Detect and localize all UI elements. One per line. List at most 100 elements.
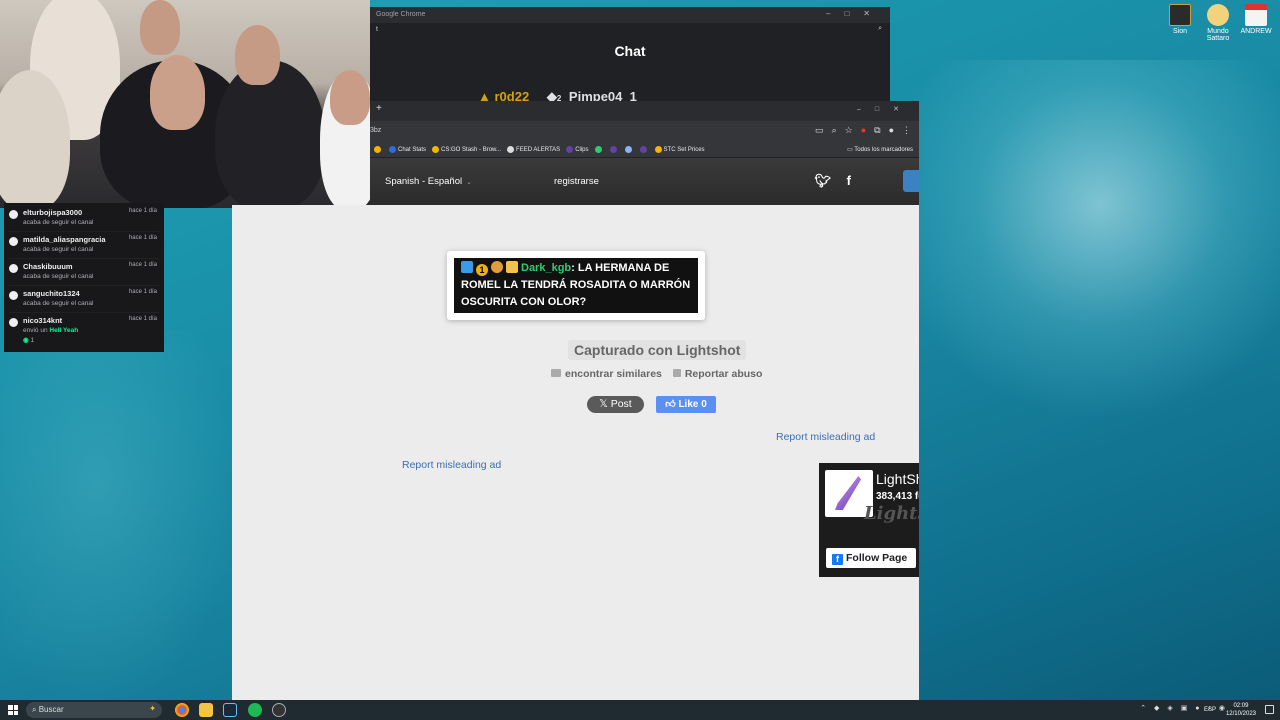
- desktop-icon-mundo-sattaro[interactable]: Mundo Sattaro: [1198, 4, 1238, 42]
- follow-alerts-panel: elturbojispa3000 acaba de seguir el cana…: [4, 203, 164, 352]
- bookmark-item[interactable]: [624, 146, 634, 154]
- follow-event-text: acaba de seguir el canal: [23, 219, 94, 226]
- bookmarks-bar: Chat Stats CS:GO Stash - Brow... FEED AL…: [370, 143, 919, 157]
- spotify-icon[interactable]: [248, 703, 262, 717]
- bookmark-item[interactable]: FEED ALERTAS: [507, 146, 560, 154]
- bookmark-item[interactable]: STC Set Prices: [654, 146, 705, 154]
- tab-strip[interactable]: + –□✕: [370, 101, 919, 121]
- fb-follower-count: 383,413 followers: [876, 491, 919, 502]
- wallpaper-highlight-left: [0, 330, 240, 710]
- report-abuse-link[interactable]: Reportar abuso: [672, 368, 762, 380]
- upload-button[interactable]: [903, 170, 919, 192]
- new-tab-button[interactable]: +: [376, 103, 382, 114]
- event-time: hace 1 día: [128, 262, 157, 268]
- feather-icon: [835, 476, 861, 510]
- site-header: Spanish - Español ⌄ registrarse 🐦︎ f: [370, 158, 919, 205]
- bookmark-item[interactable]: [639, 146, 649, 154]
- event-time: hace 1 día: [128, 289, 157, 295]
- facebook-icon[interactable]: f: [847, 173, 851, 188]
- bookmark-item[interactable]: [609, 146, 619, 154]
- search-icon: ⌕: [32, 705, 37, 714]
- window-controls[interactable]: –□✕: [857, 105, 913, 113]
- all-bookmarks[interactable]: ▭ Todos los marcadores: [847, 146, 913, 153]
- event-time: hace 1 día: [128, 235, 157, 241]
- social-links: 🐦︎ f: [803, 173, 851, 189]
- desktop-icon-andrew[interactable]: ANDREW: [1236, 4, 1276, 35]
- desktop-icon-sion[interactable]: Sion: [1160, 4, 1200, 35]
- windows-start-icon[interactable]: [8, 705, 18, 715]
- notification-icon[interactable]: [1265, 705, 1274, 714]
- facebook-like-button[interactable]: 👍︎ Like 0: [656, 396, 716, 413]
- emote-badge-icon: [491, 261, 503, 273]
- browser-toolbar[interactable]: 3bz ▭ ⌕ ☆ ● ⧉ ● ⋮: [370, 121, 919, 143]
- face-3: [150, 55, 205, 130]
- window-titlebar[interactable]: Google Chrome –□✕: [370, 7, 890, 23]
- clock[interactable]: 02:09 12/10/2023: [1226, 702, 1256, 718]
- rank-badge: 1: [476, 264, 488, 276]
- image-actions: encontrar similares Reportar abuso: [551, 368, 762, 380]
- cast-icon[interactable]: ▭: [815, 125, 824, 136]
- find-similar-link[interactable]: encontrar similares: [551, 368, 662, 380]
- heart-icon: [9, 291, 18, 300]
- taskbar: ⌕ Buscar ✦ ⌃ ◆ ◈ ▣ ● ♪ ◉ ESP 02:09 12/10…: [0, 700, 1280, 720]
- extension-icon[interactable]: ●: [861, 125, 866, 136]
- window-controls[interactable]: –□✕: [826, 9, 884, 18]
- obs-icon[interactable]: [272, 703, 286, 717]
- heart-icon: [9, 264, 18, 273]
- extensions-puzzle-icon[interactable]: ⧉: [874, 125, 880, 136]
- twitter-icon[interactable]: 🐦︎: [815, 173, 832, 188]
- lightshot-script-logo: LightShot: [864, 503, 919, 524]
- gifter-name: nico314knt: [23, 316, 63, 325]
- x-post-button[interactable]: 𝕏 Post: [587, 396, 644, 413]
- gift-name: Hell Yeah: [49, 327, 79, 334]
- follower-name: elturbojispa3000: [23, 208, 83, 217]
- camera-icon: [551, 369, 561, 377]
- profile-icon[interactable]: ●: [889, 125, 894, 136]
- bookmark-item[interactable]: [374, 146, 383, 154]
- language-selector[interactable]: Spanish - Español ⌄: [385, 176, 472, 187]
- steam-icon[interactable]: [223, 703, 237, 717]
- desktop-icon-label: Sion: [1172, 28, 1187, 35]
- zoom-icon[interactable]: ⌕: [832, 125, 837, 136]
- gift-text: envió un: [23, 327, 48, 334]
- list-item: elturbojispa3000 acaba de seguir el cana…: [9, 205, 159, 232]
- chrome-icon[interactable]: [175, 703, 189, 717]
- event-time: hace 1 día: [128, 208, 157, 214]
- follow-page-button[interactable]: f Follow Page: [826, 548, 916, 568]
- menu-icon[interactable]: ⋮: [902, 125, 911, 136]
- language-label: Spanish - Español: [385, 176, 463, 187]
- address-bar[interactable]: t ⌕: [370, 23, 890, 39]
- bookmark-item[interactable]: [594, 146, 604, 154]
- desktop-icon-label: Mundo Sattaro: [1206, 28, 1230, 42]
- search-icon[interactable]: ⌕: [878, 25, 882, 33]
- screenshot-image[interactable]: 1 Dark_kgb: LA HERMANA DE ROMEL LA TENDRÁ…: [447, 251, 705, 320]
- taskbar-search[interactable]: ⌕ Buscar ✦: [26, 702, 162, 718]
- bookmark-item[interactable]: Clips: [566, 146, 589, 154]
- report-misleading-ad-link[interactable]: Report misleading ad: [776, 431, 875, 443]
- follower-name: sanguchito1324: [23, 289, 80, 298]
- gift-count: 1: [30, 337, 35, 344]
- gift-badge-icon: [506, 261, 518, 273]
- desktop-icon-label: ANDREW: [1240, 28, 1272, 35]
- mundo-sattaro-icon: [1207, 4, 1229, 26]
- input-language[interactable]: ESP: [1204, 707, 1216, 713]
- report-misleading-ad-link[interactable]: Report misleading ad: [402, 459, 501, 471]
- bookmark-item[interactable]: CS:GO Stash - Brow...: [432, 146, 501, 154]
- chat-browser-window[interactable]: Google Chrome –□✕ t ⌕ Chat ▲ r0d22 ◆2 Pi…: [370, 7, 890, 107]
- facebook-page-widget[interactable]: LightShot 383,413 followers LightShot fF…: [819, 463, 919, 577]
- kick-icon: [9, 318, 18, 327]
- bookmark-item[interactable]: Chat Stats: [389, 146, 426, 154]
- follow-event-text: acaba de seguir el canal: [23, 300, 94, 307]
- event-time: hace 1 día: [128, 316, 157, 322]
- fb-page-name[interactable]: LightShot: [876, 471, 919, 487]
- register-link[interactable]: registrarse: [554, 176, 599, 187]
- webcam-overlay: [0, 0, 370, 208]
- thumbs-up-icon: 👍︎: [665, 399, 676, 410]
- x-icon: 𝕏: [599, 398, 608, 410]
- captured-with-label: Capturado con Lightshot: [568, 340, 747, 360]
- follow-event-text: acaba de seguir el canal: [23, 273, 94, 280]
- window-title: Google Chrome: [376, 11, 426, 18]
- url-text[interactable]: 3bz: [370, 127, 381, 134]
- file-explorer-icon[interactable]: [199, 703, 213, 717]
- bookmark-star-icon[interactable]: ☆: [845, 125, 853, 136]
